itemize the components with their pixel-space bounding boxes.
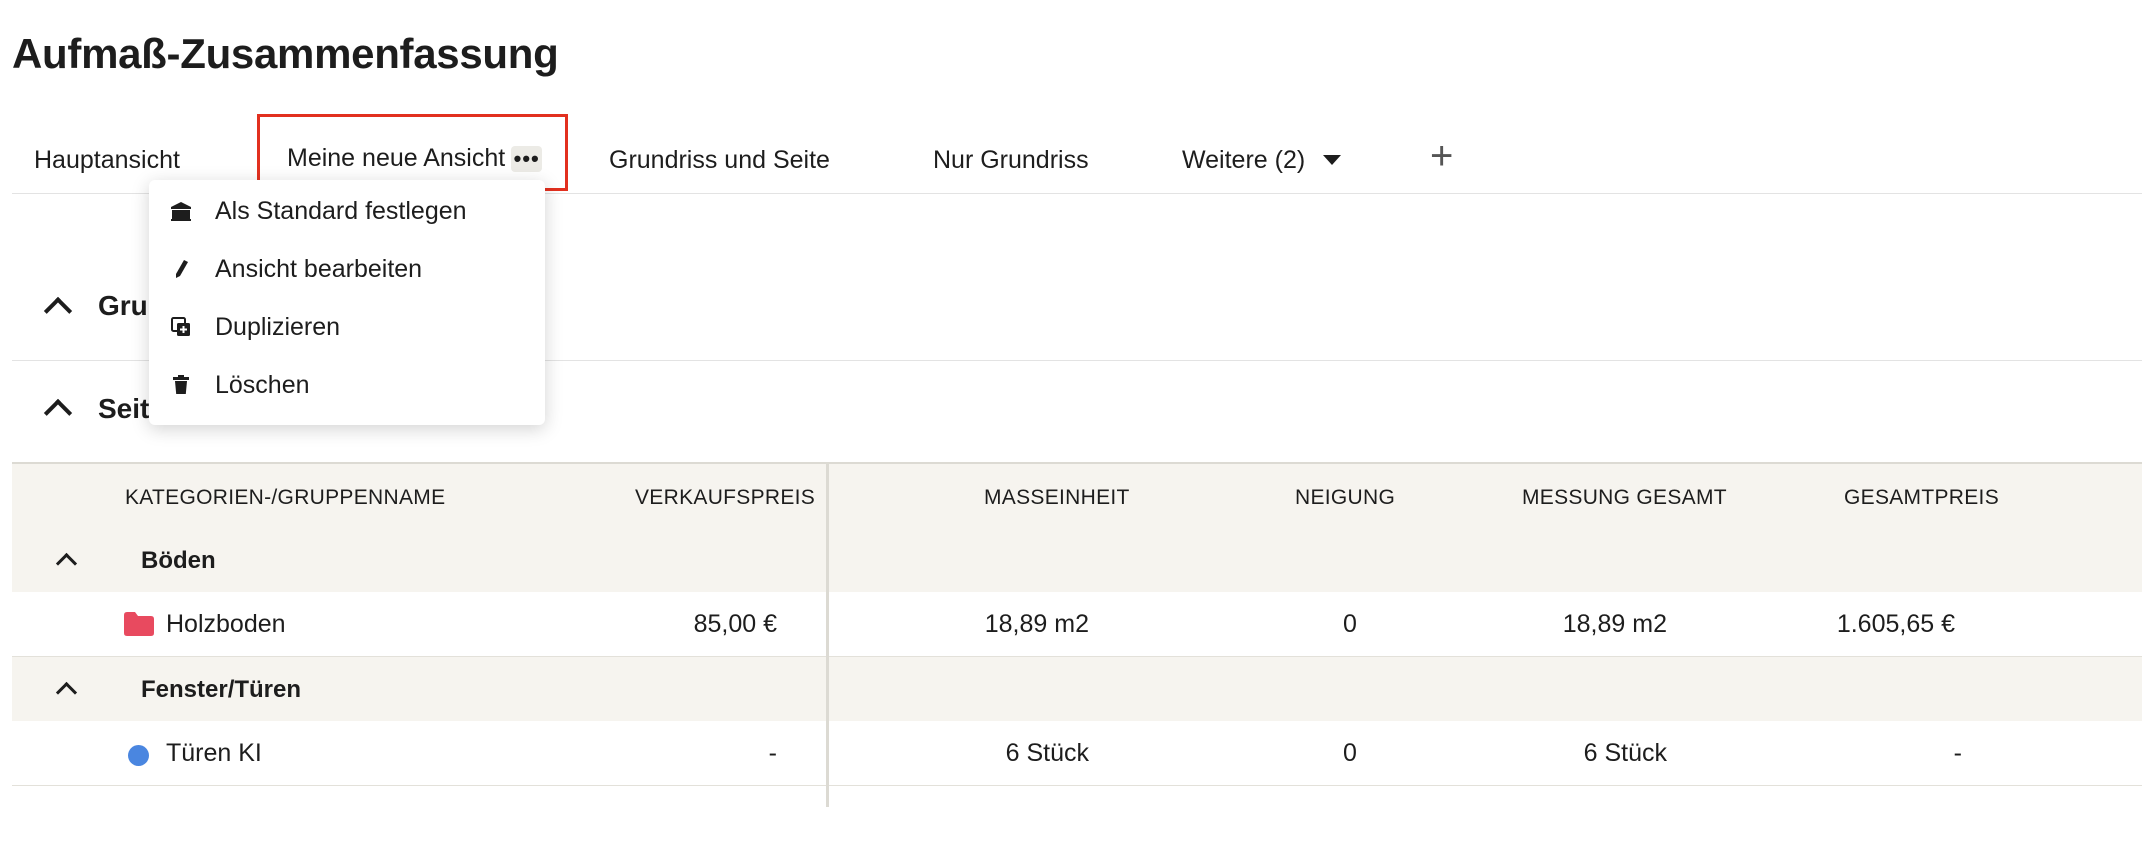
column-header[interactable]: MASSEINHEIT bbox=[984, 486, 1130, 510]
folder-icon bbox=[124, 612, 154, 636]
view-options-menu: Als Standard festlegen Ansicht bearbeite… bbox=[149, 180, 545, 425]
chevron-up-icon[interactable] bbox=[55, 552, 78, 575]
table-row[interactable]: Holzboden 85,00 € 18,89 m2 0 18,89 m2 1.… bbox=[12, 592, 2142, 657]
menu-item-label: Als Standard festlegen bbox=[215, 196, 467, 225]
bank-icon bbox=[169, 199, 193, 223]
tab-hauptansicht[interactable]: Hauptansicht bbox=[34, 140, 180, 180]
column-header[interactable]: VERKAUFSPREIS bbox=[635, 486, 815, 510]
verkaufspreis-value: 85,00 € bbox=[693, 610, 777, 638]
item-name: Türen KI bbox=[166, 739, 262, 767]
page-title: Aufmaß-Zusammenfassung bbox=[12, 30, 559, 77]
chevron-up-icon[interactable] bbox=[43, 398, 73, 428]
menu-item-label: Ansicht bearbeiten bbox=[215, 254, 423, 283]
column-header[interactable]: NEIGUNG bbox=[1295, 486, 1395, 510]
table-row[interactable]: Türen KI - 6 Stück 0 6 Stück - bbox=[12, 721, 2142, 786]
messung-gesamt-value: 6 Stück bbox=[1583, 739, 1667, 767]
gesamtpreis-value: - bbox=[1953, 739, 1962, 767]
group-name: Böden bbox=[141, 547, 216, 574]
column-header[interactable]: MESSUNG GESAMT bbox=[1522, 486, 1727, 510]
column-header[interactable]: GESAMTPREIS bbox=[1844, 486, 1999, 510]
duplicate-icon bbox=[169, 315, 193, 339]
table-header: KATEGORIEN-/GRUPPENNAME VERKAUFSPREIS MA… bbox=[12, 462, 2142, 529]
item-name: Holzboden bbox=[166, 610, 286, 638]
pencil-icon bbox=[169, 257, 193, 281]
group-row[interactable]: Böden bbox=[12, 528, 2142, 592]
tab-label: Meine neue Ansicht bbox=[287, 144, 506, 172]
tab-grundriss-und-seite[interactable]: Grundriss und Seite bbox=[609, 140, 830, 180]
tab-label: Nur Grundriss bbox=[933, 145, 1089, 174]
menu-item-label: Löschen bbox=[215, 370, 310, 399]
tab-label: Weitere (2) bbox=[1182, 145, 1306, 174]
add-view-button[interactable]: + bbox=[1430, 136, 1453, 176]
messung-gesamt-value: 18,89 m2 bbox=[1562, 610, 1667, 638]
column-header[interactable]: KATEGORIEN-/GRUPPENNAME bbox=[125, 486, 445, 510]
neigung-value: 0 bbox=[1343, 739, 1357, 767]
group-row[interactable]: Fenster/Türen bbox=[12, 657, 2142, 721]
neigung-value: 0 bbox=[1343, 610, 1357, 638]
tab-label: Hauptansicht bbox=[34, 145, 180, 174]
more-options-icon[interactable]: ••• bbox=[511, 145, 543, 172]
verkaufspreis-value: - bbox=[768, 739, 777, 767]
caret-down-icon bbox=[1323, 155, 1342, 165]
tab-nur-grundriss[interactable]: Nur Grundriss bbox=[933, 140, 1089, 180]
dot-icon bbox=[128, 745, 149, 766]
masseinheit-value: 18,89 m2 bbox=[984, 610, 1089, 638]
menu-item-ansicht-bearbeiten[interactable]: Ansicht bearbeiten bbox=[149, 246, 545, 292]
tab-label: Grundriss und Seite bbox=[609, 145, 830, 174]
menu-item-duplizieren[interactable]: Duplizieren bbox=[149, 304, 545, 350]
trash-icon bbox=[169, 373, 193, 397]
gesamtpreis-value: 1.605,65 € bbox=[1836, 610, 1955, 638]
summary-table: KATEGORIEN-/GRUPPENNAME VERKAUFSPREIS MA… bbox=[12, 462, 2142, 807]
chevron-up-icon[interactable] bbox=[43, 296, 73, 326]
tab-weitere[interactable]: Weitere (2) bbox=[1182, 140, 1342, 180]
masseinheit-value: 6 Stück bbox=[1005, 739, 1089, 767]
menu-item-als-standard[interactable]: Als Standard festlegen bbox=[149, 188, 545, 234]
menu-item-label: Duplizieren bbox=[215, 312, 341, 341]
chevron-up-icon[interactable] bbox=[55, 681, 78, 704]
column-divider[interactable] bbox=[826, 462, 829, 807]
group-name: Fenster/Türen bbox=[141, 676, 302, 703]
menu-item-loeschen[interactable]: Löschen bbox=[149, 362, 545, 408]
